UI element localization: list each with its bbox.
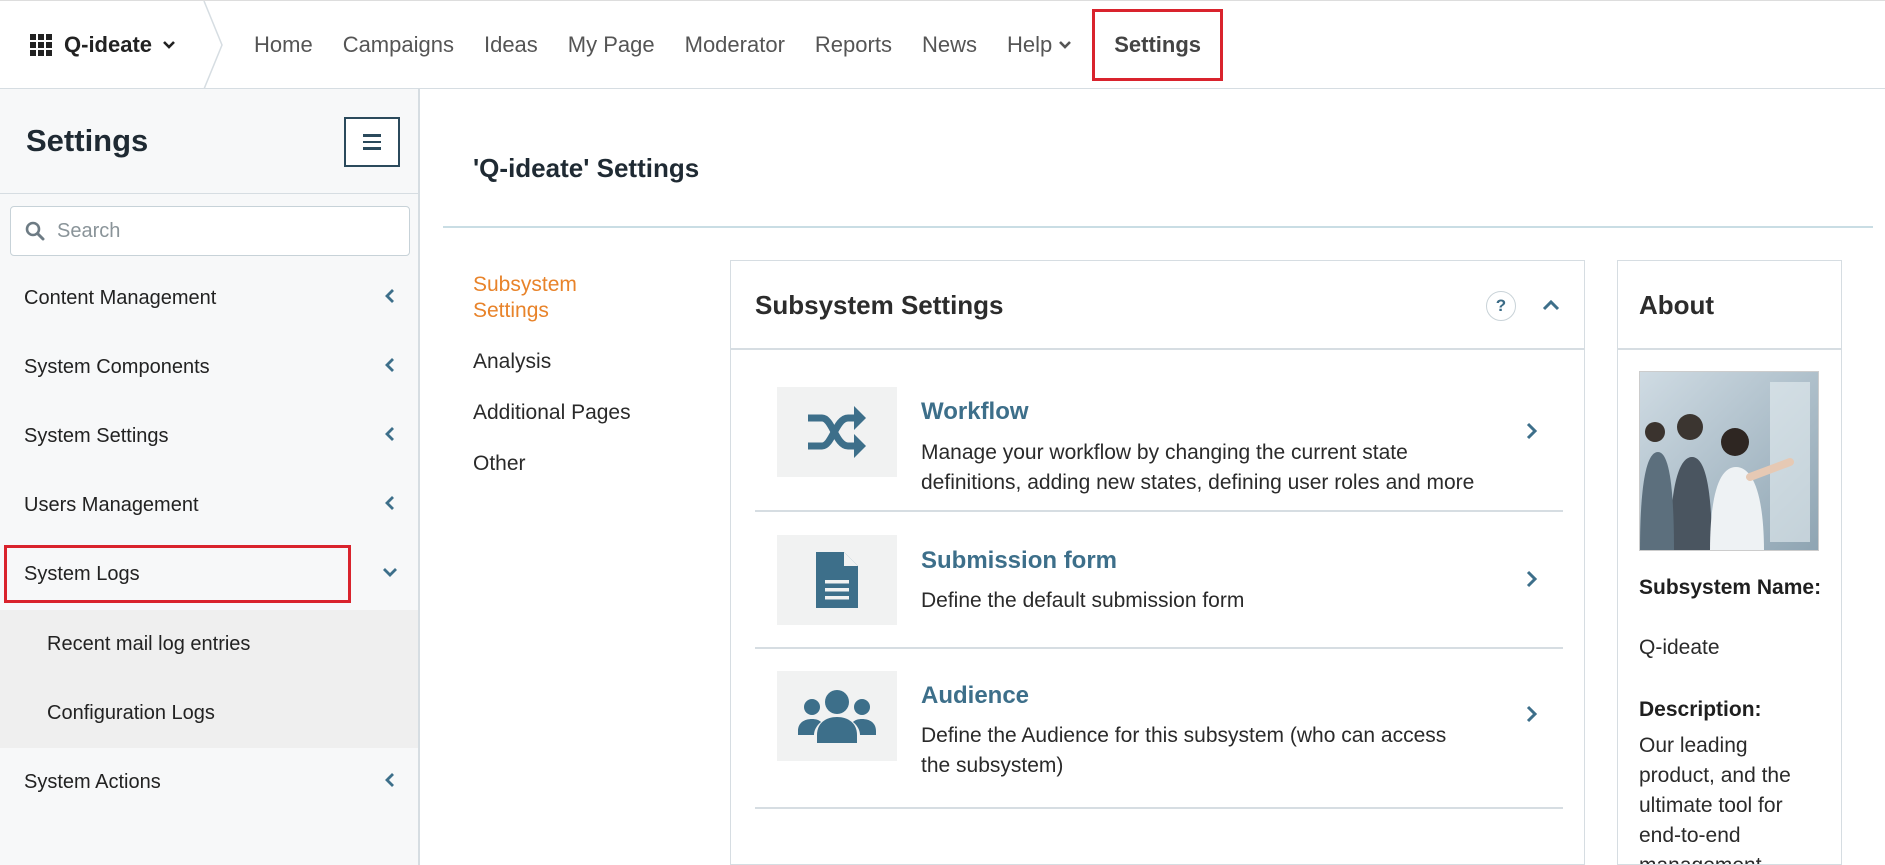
subsystem-image: [1639, 371, 1819, 551]
subnav-other[interactable]: Other: [473, 451, 673, 477]
search-icon: [25, 221, 45, 241]
shuffle-icon: [777, 387, 897, 477]
page-title: 'Q-ideate' Settings: [473, 153, 700, 183]
description-label: Description:: [1639, 698, 1762, 721]
sidebar-item-system-components[interactable]: System Components: [0, 333, 418, 402]
row-title[interactable]: Workflow: [921, 398, 1029, 426]
nav-ideas[interactable]: Ideas: [484, 32, 538, 58]
sidebar-title: Settings: [26, 123, 149, 158]
chevron-down-icon: [1059, 41, 1072, 49]
about-title: About: [1639, 290, 1715, 320]
chevron-right-icon: [1526, 570, 1538, 588]
settings-subnav: Subsystem Settings Analysis Additional P…: [473, 272, 673, 502]
search-input[interactable]: [57, 219, 377, 243]
nav-settings[interactable]: Settings: [1092, 9, 1224, 81]
sidebar-item-system-settings[interactable]: System Settings: [0, 402, 418, 471]
top-navigation-bar: Q-ideate Home Campaigns Ideas My Page Mo…: [0, 0, 1885, 89]
sidebar-subitem-recent-mail-log[interactable]: Recent mail log entries: [0, 610, 418, 679]
subnav-subsystem-settings[interactable]: Subsystem Settings: [473, 272, 613, 324]
chevron-right-icon: [1526, 705, 1538, 723]
chevron-left-icon: [385, 358, 394, 372]
chevron-down-icon: [383, 568, 397, 577]
sidebar-item-label: Users Management: [24, 494, 199, 516]
subsystem-name-value: Q-ideate: [1639, 636, 1720, 659]
card-title: Subsystem Settings: [755, 290, 1004, 320]
hamburger-icon: [363, 132, 381, 152]
subnav-additional-pages[interactable]: Additional Pages: [473, 400, 673, 426]
nav-campaigns[interactable]: Campaigns: [343, 32, 454, 58]
chevron-right-icon: [1526, 422, 1538, 440]
help-icon[interactable]: ?: [1486, 291, 1516, 321]
brand-separator: [203, 1, 223, 89]
subsystem-name-label: Subsystem Name:: [1639, 576, 1822, 599]
menu-toggle-button[interactable]: [344, 117, 400, 167]
chevron-up-icon[interactable]: [1541, 295, 1561, 315]
main-nav: Home Campaigns Ideas My Page Moderator R…: [254, 1, 1253, 89]
subnav-analysis[interactable]: Analysis: [473, 349, 673, 375]
nav-help-label: Help: [1006, 32, 1053, 57]
row-description: Define the default submission form: [921, 589, 1245, 612]
subsystem-settings-card: Subsystem Settings ? Workflow Manage you…: [730, 260, 1585, 865]
sidebar-item-content-management[interactable]: Content Management: [0, 264, 418, 333]
description-value: Our leading product, and the ultimate to…: [1639, 734, 1791, 864]
chevron-left-icon: [385, 773, 394, 787]
nav-moderator[interactable]: Moderator: [685, 32, 785, 58]
row-description: Manage your workflow by changing the cur…: [921, 441, 1475, 494]
row-title[interactable]: Submission form: [921, 547, 1117, 575]
chevron-left-icon: [385, 427, 394, 441]
sidebar-item-users-management[interactable]: Users Management: [0, 471, 418, 540]
row-description: Define the Audience for this subsystem (…: [921, 724, 1447, 777]
nav-reports[interactable]: Reports: [815, 32, 892, 58]
nav-help[interactable]: Help: [1007, 32, 1072, 58]
app-switcher[interactable]: Q-ideate: [0, 1, 212, 89]
chevron-left-icon: [385, 496, 394, 510]
about-header: About: [1618, 261, 1841, 350]
sidebar-item-label: System Settings: [24, 425, 169, 447]
settings-row-submission-form[interactable]: Submission form Define the default submi…: [755, 512, 1563, 649]
card-header: Subsystem Settings ?: [731, 261, 1584, 350]
brand-name: Q-ideate: [64, 32, 153, 57]
nav-news[interactable]: News: [922, 32, 977, 58]
sidebar-item-system-actions[interactable]: System Actions: [0, 748, 418, 817]
settings-row-audience[interactable]: Audience Define the Audience for this su…: [755, 649, 1563, 809]
chevron-down-icon: [163, 41, 175, 49]
users-icon: [777, 671, 897, 761]
apps-grid-icon: [30, 34, 52, 56]
search-field[interactable]: [10, 206, 410, 256]
sidebar-item-label: System Actions: [24, 771, 161, 793]
sidebar-item-label: System Components: [24, 356, 210, 378]
settings-row-workflow[interactable]: Workflow Manage your workflow by changin…: [755, 350, 1563, 512]
sidebar-subitem-configuration-logs[interactable]: Configuration Logs: [0, 679, 418, 748]
about-panel: About Subsystem Name: Q-ideate Descripti…: [1617, 260, 1842, 865]
chevron-left-icon: [385, 289, 394, 303]
title-divider: [443, 226, 1873, 228]
sidebar-header: Settings: [0, 89, 418, 194]
row-title[interactable]: Audience: [921, 682, 1029, 710]
sidebar-item-label: Content Management: [24, 287, 217, 309]
highlight-box-system-logs: [4, 545, 351, 603]
document-icon: [777, 535, 897, 625]
nav-home[interactable]: Home: [254, 32, 313, 58]
settings-sidebar: Settings Content Management System Compo…: [0, 89, 420, 865]
nav-my-page[interactable]: My Page: [568, 32, 655, 58]
